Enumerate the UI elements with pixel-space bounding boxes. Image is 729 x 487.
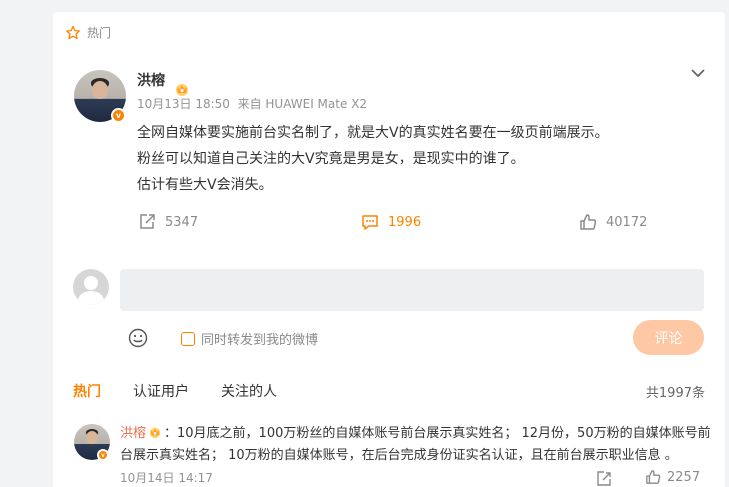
emoji-icon[interactable] [128,328,148,348]
comment-input[interactable] [120,269,704,311]
post-content-line: 粉丝可以知道自己关注的大V究竟是男是女，是现实中的谁了。 [137,151,525,167]
thumbs-up-icon [580,214,597,230]
crown-icon [176,84,188,96]
comment-count: 1996 [388,214,422,230]
post-content-line: 全网自媒体要实施前台实名制了，就是大V的真实姓名要在一级页前端展示。 [137,125,609,141]
like-count: 40172 [606,214,648,230]
comment-filter-tabs: 热门 认证用户 关注的人 [73,381,309,401]
share-icon[interactable] [596,471,612,487]
repost-button[interactable]: 5347 [138,213,198,231]
checkbox-box[interactable] [181,331,195,346]
post-content: 全网自媒体要实施前台实名制了，就是大V的真实姓名要在一级页前端展示。 粉丝可以知… [137,120,609,198]
hot-header-label: 热门 [87,26,112,40]
post-source: 来自 HUAWEI Mate X2 [237,97,368,111]
like-button[interactable]: 40172 [579,213,647,231]
total-comment-count: 共1997条 [645,386,705,401]
hot-header: 热门 [65,24,111,41]
current-user-avatar [73,269,109,305]
chevron-down-icon[interactable] [689,66,707,80]
tab-hot[interactable]: 热门 [73,381,101,401]
crown-icon [149,427,161,438]
author-name[interactable]: 洪榕 [137,70,165,90]
star-outline-icon [66,25,80,39]
top-comment: 洪榕 ：10月底之前，100万粉丝的自媒体账号前台展示真实姓名； 12月份，50… [120,423,720,467]
repost-to-my-weibo-label: 同时转发到我的微博 [201,333,319,348]
comment-like-button[interactable]: 2257 [645,469,700,485]
repost-icon [140,214,155,229]
submit-comment-button[interactable]: 评论 [633,320,704,355]
comment-verified-badge: v [97,449,109,461]
comment-icon [362,215,378,230]
thumbs-up-icon [646,470,661,484]
post-meta: 10月13日 18:50 来自 HUAWEI Mate X2 [137,95,367,112]
post-content-line: 估计有些大V会消失。 [137,177,273,193]
comment-date: 10月14日 14:17 [120,471,213,485]
comment-author-name[interactable]: 洪榕 [120,426,146,441]
tab-following[interactable]: 关注的人 [221,381,277,401]
post-date[interactable]: 10月13日 18:50 [137,97,230,111]
tab-verified-users[interactable]: 认证用户 [133,381,189,401]
comment-like-count: 2257 [667,469,701,485]
comment-button[interactable]: 1996 [361,213,421,231]
repost-to-my-weibo-checkbox[interactable]: 同时转发到我的微博 [181,329,318,348]
left-rail [0,0,42,487]
verified-badge: v [111,108,126,123]
comment-text: ：10月底之前，100万粉丝的自媒体账号前台展示真实姓名； 12月份，50万粉的… [120,426,711,463]
repost-count: 5347 [165,214,199,230]
